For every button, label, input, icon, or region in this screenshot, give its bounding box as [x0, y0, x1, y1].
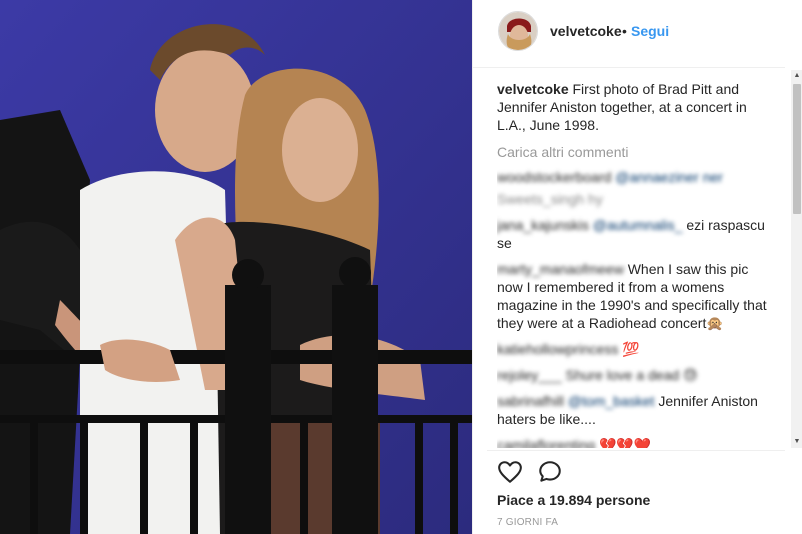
header-username[interactable]: velvetcoke [550, 23, 622, 39]
header-separator: • [622, 23, 627, 39]
comment-item: sabrinafhill @tom_basket Jennifer Anisto… [497, 392, 767, 428]
comments-scrollbar[interactable]: ▲ ▼ [791, 70, 802, 448]
comment-mention[interactable]: @tom_basket [568, 393, 655, 409]
comment-username[interactable]: marty_manaofmeew [497, 261, 624, 277]
post-side-panel: velvetcoke • Segui velvetcoke First phot… [472, 0, 802, 534]
comment-text: Shure love a dead 😓 [565, 367, 698, 383]
post-header: velvetcoke • Segui [473, 0, 785, 68]
comment-username[interactable]: rejoley___ [497, 367, 562, 383]
comment-text: Sweets_singh hy [497, 191, 603, 207]
scroll-up-icon[interactable]: ▲ [791, 70, 802, 82]
scrollbar-thumb[interactable] [793, 84, 801, 214]
avatar[interactable] [498, 11, 538, 51]
comment-mention[interactable]: @annaeziner [615, 169, 699, 185]
comment-text: 💔💔❤️ [598, 437, 652, 448]
post-caption: velvetcoke First photo of Brad Pitt and … [497, 80, 767, 134]
post-photo[interactable] [0, 0, 472, 534]
comment-text: ner [702, 169, 723, 185]
comment-username[interactable]: sabrinafhill [497, 393, 564, 409]
comment-mention[interactable]: @autumnalis_ [593, 217, 683, 233]
like-button[interactable] [497, 459, 523, 485]
load-more-comments-button[interactable]: Carica altri commenti [497, 144, 767, 160]
comment-item: Sweets_singh hy [497, 190, 767, 208]
comments-list[interactable]: velvetcoke First photo of Brad Pitt and … [497, 80, 767, 448]
comment-button[interactable] [537, 459, 563, 485]
heart-outline-icon [498, 461, 522, 483]
comment-item: jana_kajunskis @autumnalis_ ezi raspascu… [497, 216, 767, 252]
comment-username[interactable]: katiehollowprincess [497, 341, 618, 357]
caption-username[interactable]: velvetcoke [497, 81, 569, 97]
post-photo-illustration [0, 0, 472, 534]
comment-item: woodstockerboard @annaeziner ner [497, 168, 767, 186]
scroll-down-icon[interactable]: ▼ [791, 436, 802, 448]
comment-item: camilaflorenting 💔💔❤️ [497, 436, 767, 448]
comment-username[interactable]: woodstockerboard [497, 169, 611, 185]
comment-username[interactable]: camilaflorenting [497, 437, 595, 448]
actions-divider [487, 450, 785, 451]
comment-text: 💯 [622, 341, 640, 357]
comment-item: rejoley___ Shure love a dead 😓 [497, 366, 767, 384]
comment-username[interactable]: jana_kajunskis [497, 217, 589, 233]
comment-item: katiehollowprincess 💯 [497, 340, 767, 358]
post-timestamp[interactable]: 7 GIORNI FA [497, 517, 558, 528]
comment-bubble-icon [539, 461, 561, 482]
likes-count[interactable]: Piace a 19.894 persone [497, 492, 650, 508]
comment-item: marty_manaofmeew When I saw this pic now… [497, 260, 767, 332]
follow-button[interactable]: Segui [631, 23, 669, 39]
avatar-image-icon [499, 12, 537, 50]
